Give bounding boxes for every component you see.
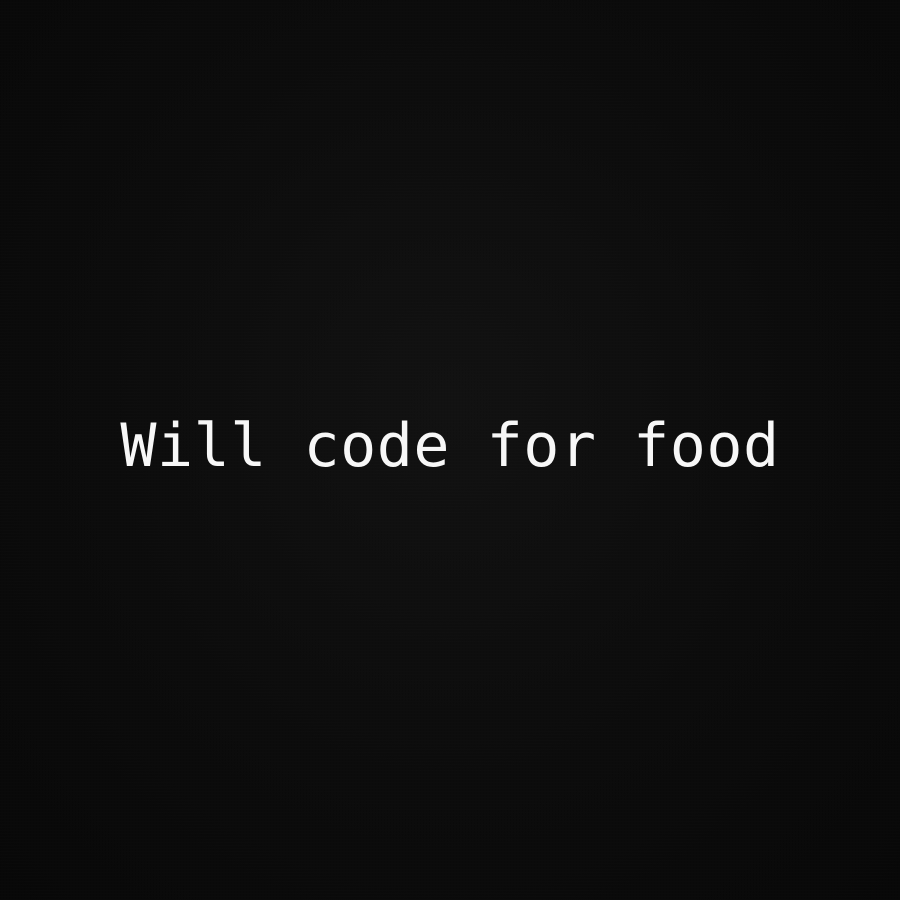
- printed-slogan: Will code for food: [120, 411, 780, 481]
